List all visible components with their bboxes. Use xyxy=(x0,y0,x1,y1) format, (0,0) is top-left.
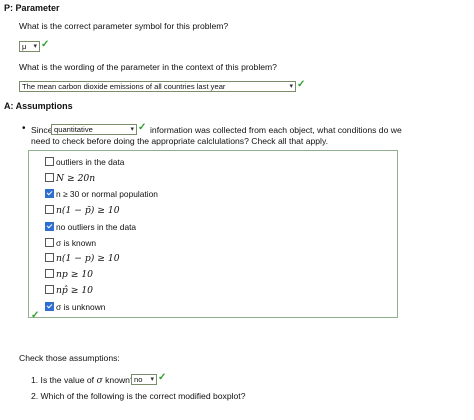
sigma-known-select[interactable]: no ▾ xyxy=(131,374,157,385)
option-np-ge-10[interactable]: np ≥ 10 xyxy=(45,268,93,281)
option-label: np̂ ≥ 10 xyxy=(56,285,94,296)
checkbox[interactable] xyxy=(45,285,54,295)
checkbox[interactable] xyxy=(45,222,54,232)
bullet: • xyxy=(22,123,26,134)
parameter-wording-question: What is the wording of the parameter in … xyxy=(19,62,277,72)
assumptions-heading: A: Assumptions xyxy=(4,101,73,111)
option-label: np ≥ 10 xyxy=(56,269,94,280)
option-n-ge-30[interactable]: n ≥ 30 or normal population xyxy=(45,188,158,201)
checkbox[interactable] xyxy=(45,238,54,248)
sigma-known-question: 1. Is the value of σ known? xyxy=(31,375,135,386)
option-label: n ≥ 30 or normal population xyxy=(56,189,158,199)
option-nphat-ge-10[interactable]: np̂ ≥ 10 xyxy=(45,284,93,297)
chevron-down-icon: ▾ xyxy=(130,126,134,133)
parameter-heading: P: Parameter xyxy=(4,3,60,13)
option-label: no outliers in the data xyxy=(56,222,137,232)
option-sigma-known[interactable]: σ is known xyxy=(45,237,96,250)
correct-check-icon: ✓ xyxy=(158,372,167,383)
correct-check-icon: ✓ xyxy=(297,79,306,90)
option-label: N ≥ 20n xyxy=(56,173,96,184)
parameter-wording-value: The mean carbon dioxide emissions of all… xyxy=(22,82,226,91)
boxplot-question: 2. Which of the following is the correct… xyxy=(31,391,246,401)
option-label: outliers in the data xyxy=(56,157,125,167)
option-label: n(1 − p̄) ≥ 10 xyxy=(56,205,120,216)
option-label: n(1 − p) ≥ 10 xyxy=(56,253,120,264)
question-text: 1. Is the value of xyxy=(31,375,95,385)
correct-check-icon: ✓ xyxy=(138,122,147,133)
since-prefix: Since xyxy=(31,125,53,135)
option-n-1-minus-pbar[interactable]: n(1 − p̄) ≥ 10 xyxy=(45,204,120,217)
checkbox[interactable] xyxy=(45,189,54,199)
parameter-symbol-question: What is the correct parameter symbol for… xyxy=(19,21,229,31)
checkbox[interactable] xyxy=(45,302,54,312)
parameter-symbol-select[interactable]: μ ▾ xyxy=(19,41,40,52)
chevron-down-icon: ▾ xyxy=(150,376,154,383)
sigma-symbol: σ xyxy=(96,375,103,386)
option-N-ge-20n[interactable]: N ≥ 20n xyxy=(45,172,95,185)
option-outliers-in-data[interactable]: outliers in the data xyxy=(45,156,124,169)
checkbox[interactable] xyxy=(45,253,54,263)
data-type-select[interactable]: quantitative ▾ xyxy=(51,124,137,135)
chevron-down-icon: ▾ xyxy=(289,83,293,90)
option-label: σ is known xyxy=(56,238,97,248)
correct-check-icon: ✓ xyxy=(41,39,50,50)
correct-check-icon: ✓ xyxy=(31,310,40,321)
chevron-down-icon: ▾ xyxy=(33,43,37,50)
option-sigma-unknown[interactable]: σ is unknown xyxy=(45,301,105,314)
option-no-outliers[interactable]: no outliers in the data xyxy=(45,221,136,234)
checkbox[interactable] xyxy=(45,157,54,167)
parameter-wording-select[interactable]: The mean carbon dioxide emissions of all… xyxy=(19,81,296,92)
option-n-1-minus-p[interactable]: n(1 − p) ≥ 10 xyxy=(45,252,120,265)
data-type-value: quantitative xyxy=(54,125,93,134)
sigma-known-value: no xyxy=(134,375,143,384)
checkbox[interactable] xyxy=(45,173,54,183)
checkbox[interactable] xyxy=(45,205,54,215)
checkbox[interactable] xyxy=(45,269,54,279)
parameter-symbol-value: μ xyxy=(22,42,27,51)
since-suffix-line2: need to check before doing the appropria… xyxy=(31,136,328,146)
since-suffix-line1: information was collected from each obje… xyxy=(150,125,402,135)
conditions-checkbox-group: outliers in the data N ≥ 20n n ≥ 30 or n… xyxy=(28,150,398,318)
option-label: σ is unknown xyxy=(56,302,106,312)
check-heading: Check those assumptions: xyxy=(19,353,120,363)
